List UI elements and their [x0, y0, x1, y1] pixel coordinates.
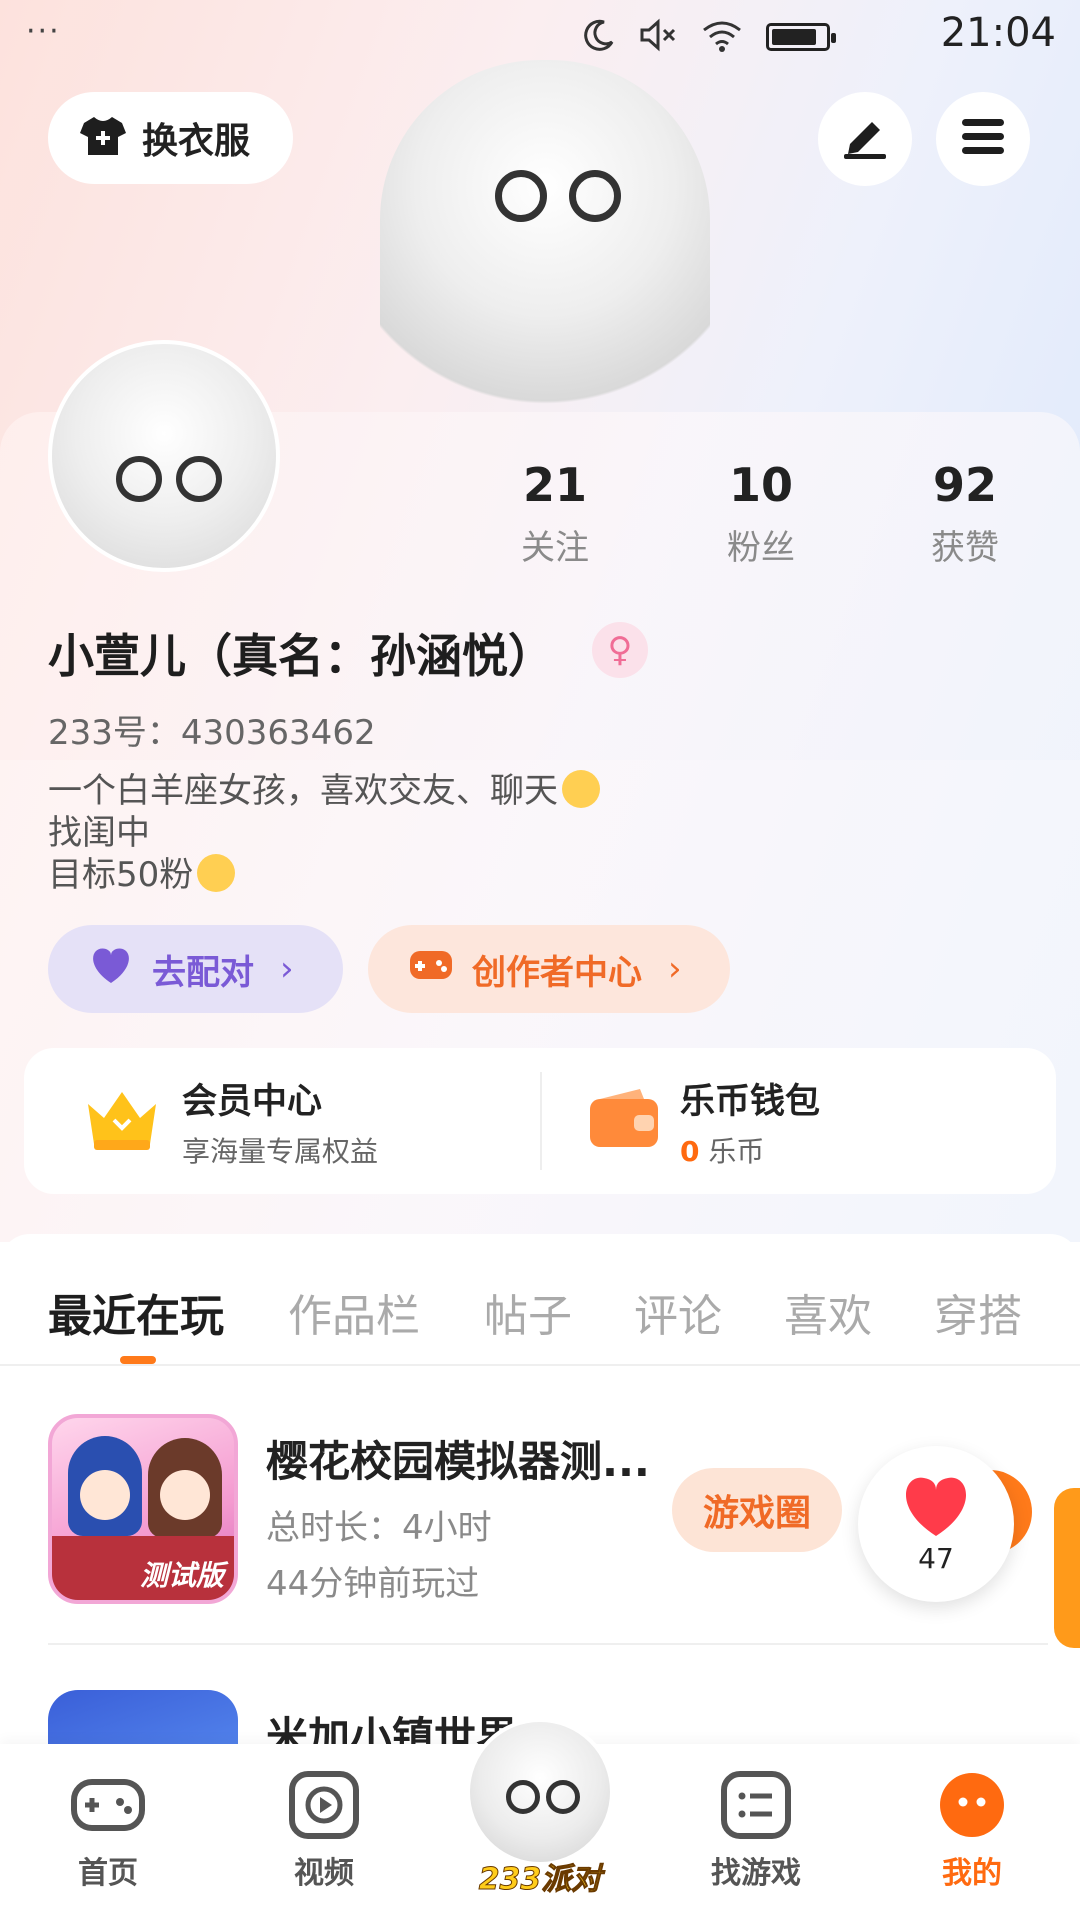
tabs-divider [0, 1364, 1080, 1366]
avatar-figure-glasses [495, 150, 625, 240]
chevron-right-icon: › [668, 949, 682, 989]
likes-label: 获赞 [931, 528, 999, 568]
active-tab-indicator [120, 1356, 156, 1364]
mute-icon [638, 18, 678, 56]
game-icon[interactable]: 测试版 [48, 1414, 238, 1604]
heart-icon [88, 945, 134, 994]
bio-line-1: 一个白羊座女孩，喜欢交友、聊天 [48, 771, 558, 811]
tab-outfits[interactable]: 穿搭 [934, 1280, 1022, 1344]
member-wallet-card: 会员中心 享海量专属权益 乐币钱包 0 乐币 [24, 1048, 1056, 1194]
nav-mine-label: 我的 [942, 1856, 1002, 1891]
nav-video[interactable]: 视频 [254, 1770, 394, 1892]
menu-icon [960, 117, 1006, 161]
nav-find-games-label: 找游戏 [711, 1856, 801, 1891]
game-duration: 总时长：4小时 [266, 1508, 492, 1548]
moon-icon [582, 18, 616, 56]
vip-center-title: 会员中心 [182, 1081, 323, 1122]
wallet-balance: 0 [680, 1134, 700, 1168]
gamepad-icon [408, 945, 454, 994]
avatar-3d-figure[interactable] [380, 60, 710, 420]
user-id[interactable]: 233号：430363462 [48, 705, 376, 754]
wallet-icon [588, 1089, 660, 1153]
wifi-icon [700, 18, 744, 56]
side-float-tab[interactable] [1054, 1488, 1080, 1648]
avatar[interactable] [48, 340, 280, 572]
row-divider [48, 1643, 1048, 1645]
fans-label: 粉丝 [727, 528, 795, 568]
following-label: 关注 [521, 528, 589, 568]
wink-emoji-icon [197, 854, 236, 892]
nav-home-label: 首页 [78, 1856, 138, 1891]
status-bar: ··· 21:04 [0, 0, 1080, 72]
female-gender-icon: ♀ [592, 622, 648, 678]
change-outfit-label: 换衣服 [142, 121, 251, 162]
tab-works[interactable]: 作品栏 [288, 1280, 420, 1344]
match-button[interactable]: 去配对 › [48, 925, 343, 1013]
nav-mine[interactable]: 我的 [902, 1770, 1042, 1892]
bio-line-2: 找闺中 [48, 813, 150, 853]
edit-profile-button[interactable] [818, 92, 912, 186]
like-bubble[interactable]: 47 [858, 1446, 1014, 1602]
pen-icon [842, 114, 888, 164]
video-play-icon [286, 1770, 362, 1840]
screen: ··· 21:04 换衣服 21 关注 10 粉丝 92 获赞 小萱儿（真名：孙… [0, 0, 1080, 1920]
profile-bio: 一个白羊座女孩，喜欢交友、聊天 找闺中 目标50粉 [48, 770, 600, 896]
clock: 21:04 [940, 10, 1056, 56]
change-outfit-button[interactable]: 换衣服 [48, 92, 293, 184]
party-avatar-button[interactable] [466, 1718, 614, 1866]
following-count: 21 [522, 458, 587, 512]
nav-video-label: 视频 [294, 1856, 354, 1891]
vip-center-subtitle: 享海量专属权益 [182, 1134, 379, 1168]
stat-fans[interactable]: 10 粉丝 [686, 458, 836, 569]
game-icon-badge: 测试版 [140, 1559, 225, 1592]
card-divider [540, 1072, 542, 1170]
stat-following[interactable]: 21 关注 [480, 458, 630, 569]
battery-icon [766, 23, 836, 51]
chevron-right-icon: › [280, 949, 294, 989]
wallet-title: 乐币钱包 [680, 1081, 821, 1122]
vip-center-entry[interactable]: 会员中心 享海量专属权益 [82, 1048, 378, 1194]
match-button-label: 去配对 [152, 952, 254, 993]
nav-find-games[interactable]: 找游戏 [686, 1770, 826, 1892]
tab-comments[interactable]: 评论 [634, 1280, 722, 1344]
crown-icon [82, 1084, 162, 1158]
profile-name: 小萱儿（真名：孙涵悦） [48, 629, 554, 683]
game-last-played: 44分钟前玩过 [266, 1564, 480, 1604]
tab-likes[interactable]: 喜欢 [784, 1280, 872, 1344]
game-circle-button[interactable]: 游戏圈 [672, 1468, 842, 1552]
profile-tabs: 最近在玩 作品栏 帖子 评论 喜欢 穿搭 [0, 1234, 1080, 1364]
heart-icon [900, 1474, 972, 1542]
smiley-profile-icon [934, 1770, 1010, 1840]
nav-party-label[interactable]: 233派对 [470, 1854, 610, 1898]
gamepad-icon [70, 1770, 146, 1840]
fans-count: 10 [728, 458, 793, 512]
likes-count: 92 [932, 458, 997, 512]
tab-posts[interactable]: 帖子 [484, 1280, 572, 1344]
menu-button[interactable] [936, 92, 1030, 186]
status-icons [582, 18, 836, 56]
stat-likes[interactable]: 92 获赞 [890, 458, 1040, 569]
list-icon [718, 1770, 794, 1840]
notification-dots: ··· [26, 14, 61, 49]
wallet-unit: 乐币 [708, 1134, 765, 1168]
bio-line-3: 目标50粉 [48, 855, 194, 895]
smile-emoji-icon [562, 770, 600, 808]
tab-recent-played[interactable]: 最近在玩 [48, 1280, 224, 1344]
creator-center-label: 创作者中心 [472, 952, 642, 993]
creator-center-button[interactable]: 创作者中心 › [368, 925, 730, 1013]
wallet-entry[interactable]: 乐币钱包 0 乐币 [588, 1048, 820, 1194]
game-title: 樱花校园模拟器测... [266, 1437, 650, 1486]
tshirt-icon [80, 115, 126, 161]
like-count: 47 [918, 1542, 954, 1575]
nav-home[interactable]: 首页 [38, 1770, 178, 1892]
